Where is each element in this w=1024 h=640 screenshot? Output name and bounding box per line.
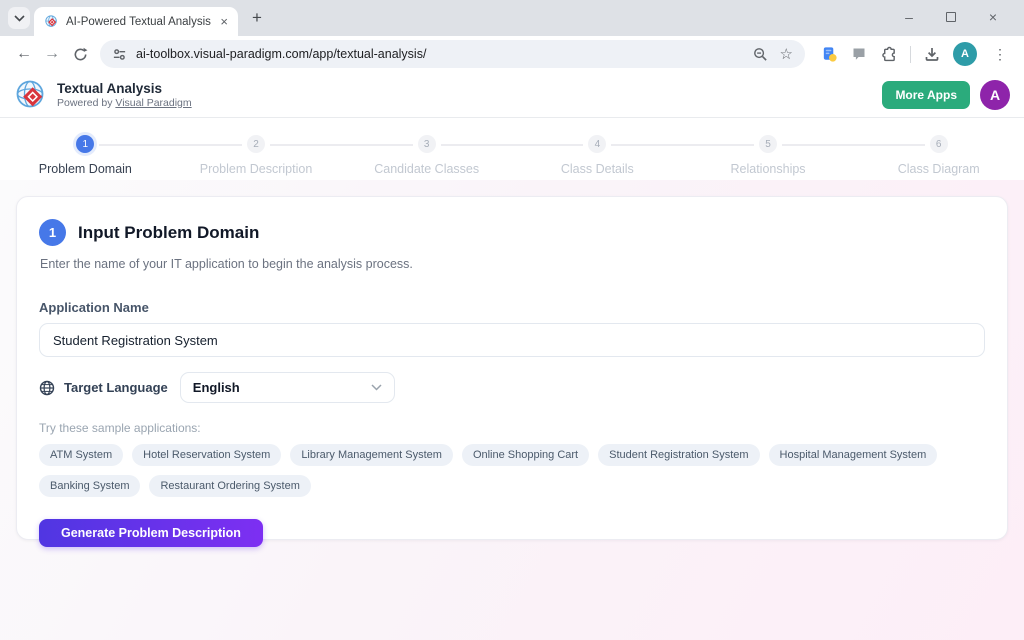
tab-title: AI-Powered Textual Analysis for (66, 16, 211, 28)
step-number: 2 (247, 135, 265, 153)
download-icon[interactable] (924, 46, 940, 62)
reload-icon (73, 47, 88, 62)
header-actions: More Apps A (882, 80, 1010, 110)
step-badge: 1 (39, 219, 66, 246)
browser-tab-strip: AI-Powered Textual Analysis for × + – × (0, 0, 1024, 36)
brand-text: Textual Analysis Powered by Visual Parad… (57, 81, 192, 109)
step-problem-domain[interactable]: 1 Problem Domain (0, 127, 171, 180)
maximize-icon (946, 12, 956, 22)
browser-tab[interactable]: AI-Powered Textual Analysis for × (34, 7, 238, 36)
minimize-button[interactable]: – (888, 9, 930, 25)
target-language-row: Target Language English (39, 372, 985, 403)
samples-label: Try these sample applications: (39, 421, 985, 435)
address-bar[interactable]: ai-toolbox.visual-paradigm.com/app/textu… (100, 40, 805, 68)
sample-pill-student[interactable]: Student Registration System (598, 444, 759, 466)
visual-paradigm-link[interactable]: Visual Paradigm (115, 97, 191, 109)
step-class-details[interactable]: 4 Class Details (512, 127, 683, 180)
globe-icon (39, 380, 55, 396)
chevron-down-icon (14, 15, 25, 22)
step-number: 6 (930, 135, 948, 153)
page-background: 1 Input Problem Domain Enter the name of… (0, 180, 1024, 640)
sample-pill-restaurant[interactable]: Restaurant Ordering System (149, 475, 310, 497)
step-relationships[interactable]: 5 Relationships (683, 127, 854, 180)
sample-pill-library[interactable]: Library Management System (290, 444, 453, 466)
stepper: 1 Problem Domain 2 Problem Description 3… (0, 118, 1024, 180)
step-label: Problem Description (200, 162, 313, 176)
app-header: Textual Analysis Powered by Visual Parad… (0, 72, 1024, 118)
sample-pills: ATM System Hotel Reservation System Libr… (39, 444, 985, 497)
sample-pill-hotel[interactable]: Hotel Reservation System (132, 444, 281, 466)
translate-extension-icon[interactable] (821, 46, 838, 63)
tab-close-icon[interactable]: × (218, 14, 230, 29)
step-label: Class Details (561, 162, 634, 176)
sample-pill-shopping[interactable]: Online Shopping Cart (462, 444, 589, 466)
input-problem-domain-card: 1 Input Problem Domain Enter the name of… (16, 196, 1008, 540)
chevron-down-icon (371, 384, 382, 391)
step-label: Candidate Classes (374, 162, 479, 176)
step-candidate-classes[interactable]: 3 Candidate Classes (341, 127, 512, 180)
brand: Textual Analysis Powered by Visual Parad… (14, 78, 192, 112)
reload-button[interactable] (66, 40, 94, 68)
sample-pill-banking[interactable]: Banking System (39, 475, 140, 497)
sample-pill-atm[interactable]: ATM System (39, 444, 123, 466)
target-language-select[interactable]: English (180, 372, 395, 403)
bookmark-star-icon[interactable]: ☆ (780, 47, 793, 62)
new-tab-button[interactable]: + (244, 5, 270, 31)
forward-button[interactable]: → (38, 40, 66, 68)
browser-profile-avatar[interactable]: A (953, 42, 977, 66)
card-title: Input Problem Domain (78, 223, 259, 243)
application-name-label: Application Name (39, 300, 985, 315)
step-problem-description[interactable]: 2 Problem Description (171, 127, 342, 180)
step-number: 4 (588, 135, 606, 153)
extensions-puzzle-icon[interactable] (880, 46, 897, 63)
comment-extension-icon[interactable] (851, 46, 867, 62)
card-description: Enter the name of your IT application to… (40, 257, 985, 271)
user-avatar[interactable]: A (980, 80, 1010, 110)
step-number: 1 (76, 135, 94, 153)
step-class-diagram[interactable]: 6 Class Diagram (853, 127, 1024, 180)
back-button[interactable]: ← (10, 40, 38, 68)
window-controls: – × (888, 0, 1014, 34)
more-apps-button[interactable]: More Apps (882, 81, 970, 109)
browser-menu-icon[interactable]: ⋮ (990, 46, 1010, 63)
card-header: 1 Input Problem Domain (39, 219, 985, 246)
url-text[interactable]: ai-toolbox.visual-paradigm.com/app/textu… (136, 47, 744, 61)
extension-icons: A ⋮ (811, 42, 1014, 66)
site-settings-icon (112, 47, 127, 62)
app-title: Textual Analysis (57, 81, 192, 96)
powered-by-text: Powered by (57, 97, 112, 109)
step-number: 3 (418, 135, 436, 153)
tab-search-button[interactable] (8, 7, 30, 29)
maximize-button[interactable] (930, 9, 972, 25)
application-name-input[interactable] (39, 323, 985, 357)
generate-problem-description-button[interactable]: Generate Problem Description (39, 519, 263, 547)
step-number: 5 (759, 135, 777, 153)
visual-paradigm-logo-icon (14, 78, 48, 112)
target-language-label: Target Language (64, 380, 168, 395)
step-label: Relationships (731, 162, 806, 176)
zoom-icon[interactable] (753, 47, 768, 62)
sample-pill-hospital[interactable]: Hospital Management System (769, 444, 938, 466)
target-language-value: English (193, 380, 240, 395)
close-button[interactable]: × (972, 9, 1014, 25)
browser-toolbar: ← → ai-toolbox.visual-paradigm.com/app/t… (0, 36, 1024, 72)
step-label: Class Diagram (898, 162, 980, 176)
step-label: Problem Domain (39, 162, 132, 176)
site-favicon-icon (44, 14, 59, 29)
address-bar-actions: ☆ (753, 47, 793, 62)
toolbar-divider (910, 46, 911, 63)
